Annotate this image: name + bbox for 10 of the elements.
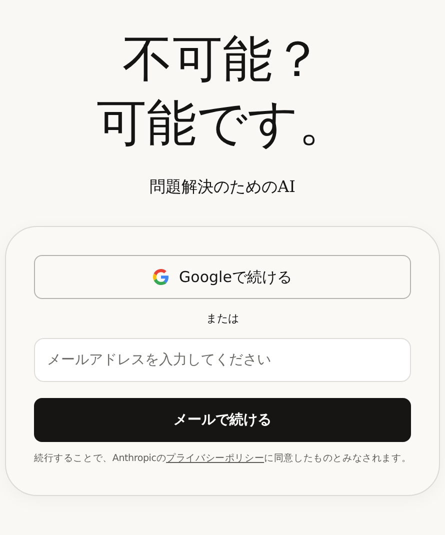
divider-label: または bbox=[206, 311, 239, 326]
headline: 可能です。 bbox=[96, 93, 348, 154]
email-field[interactable]: メールアドレスを入力してください bbox=[34, 338, 411, 382]
google-button[interactable]: Googleで続ける bbox=[34, 255, 411, 299]
disclaimer: 続行することで、Anthropicのプライバシーポリシーに同意したものとみなされます。 bbox=[34, 452, 411, 465]
tagline: 問題解決のためのAI bbox=[150, 177, 296, 198]
google-icon bbox=[153, 269, 170, 285]
headline: 不可能？ bbox=[122, 29, 322, 90]
privacy-policy-link[interactable]: プライバシーポリシー bbox=[166, 453, 264, 464]
email-button[interactable]: メールで続ける bbox=[34, 398, 411, 442]
